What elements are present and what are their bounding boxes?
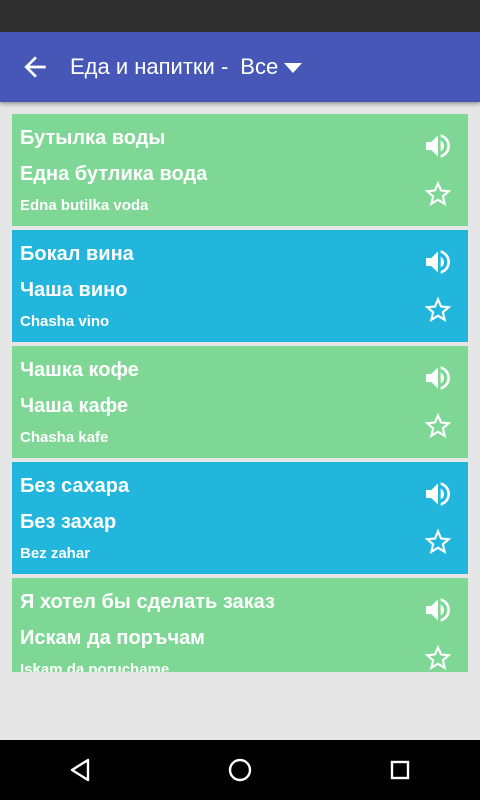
nav-home-icon bbox=[228, 758, 252, 782]
phrase-transliteration: Chasha vino bbox=[20, 313, 110, 330]
phrase-transliteration: Iskam da poruchame bbox=[20, 661, 170, 672]
app-bar: Еда и напитки - Все bbox=[0, 32, 480, 102]
star-outline-icon[interactable] bbox=[422, 178, 454, 210]
phrase-translation: Без захар bbox=[20, 511, 117, 533]
phrase-card[interactable]: Бутылка воды Една бутлика вода Edna buti… bbox=[12, 114, 468, 226]
phrase-transliteration: Chasha kafe bbox=[20, 429, 109, 446]
star-outline-icon[interactable] bbox=[422, 642, 454, 672]
phrase-transliteration: Edna butilka voda bbox=[20, 197, 149, 214]
star-outline-icon[interactable] bbox=[422, 410, 454, 442]
speaker-icon[interactable] bbox=[422, 478, 454, 510]
arrow-back-icon bbox=[24, 56, 46, 78]
phrase-translation: Чаша вино bbox=[20, 279, 128, 301]
phrase-source: Бокал вина bbox=[20, 243, 134, 265]
phrase-translation: Искам да поръчам bbox=[20, 627, 205, 649]
phrase-source: Без сахара bbox=[20, 475, 130, 497]
nav-recents-icon bbox=[390, 760, 410, 780]
filter-label: Все bbox=[240, 54, 279, 79]
page-title: Еда и напитки - bbox=[70, 54, 229, 79]
phrase-translation: Чаша кафе bbox=[20, 395, 129, 417]
system-nav-bar bbox=[0, 740, 480, 800]
phrase-source: Чашка кофе bbox=[20, 359, 139, 381]
phrase-card[interactable]: Чашка кофе Чаша кафе Chasha kafe bbox=[12, 346, 468, 458]
phrase-card[interactable]: Бокал вина Чаша вино Chasha vino bbox=[12, 230, 468, 342]
phrase-translation: Една бутлика вода bbox=[20, 163, 208, 185]
back-button[interactable] bbox=[0, 32, 70, 102]
speaker-icon[interactable] bbox=[422, 362, 454, 394]
speaker-icon[interactable] bbox=[422, 594, 454, 626]
caret-down-icon bbox=[284, 63, 303, 73]
phrase-list[interactable]: Бутылка воды Една бутлика вода Edna buti… bbox=[12, 114, 468, 672]
phrase-card[interactable]: Без сахара Без захар Bez zahar bbox=[12, 462, 468, 574]
phrase-transliteration: Bez zahar bbox=[20, 545, 91, 562]
phrase-source: Я хотел бы сделать заказ bbox=[20, 591, 275, 613]
speaker-icon[interactable] bbox=[422, 246, 454, 278]
nav-back-button[interactable] bbox=[50, 740, 110, 800]
category-filter-dropdown[interactable]: Все bbox=[240, 54, 303, 80]
star-outline-icon[interactable] bbox=[422, 294, 454, 326]
nav-back-icon bbox=[70, 758, 90, 782]
nav-home-button[interactable] bbox=[210, 740, 270, 800]
speaker-icon[interactable] bbox=[422, 130, 454, 162]
phrase-source: Бутылка воды bbox=[20, 127, 166, 149]
phrase-card[interactable]: Я хотел бы сделать заказ Искам да поръча… bbox=[12, 578, 468, 672]
status-bar bbox=[0, 0, 480, 32]
nav-recents-button[interactable] bbox=[370, 740, 430, 800]
star-outline-icon[interactable] bbox=[422, 526, 454, 558]
